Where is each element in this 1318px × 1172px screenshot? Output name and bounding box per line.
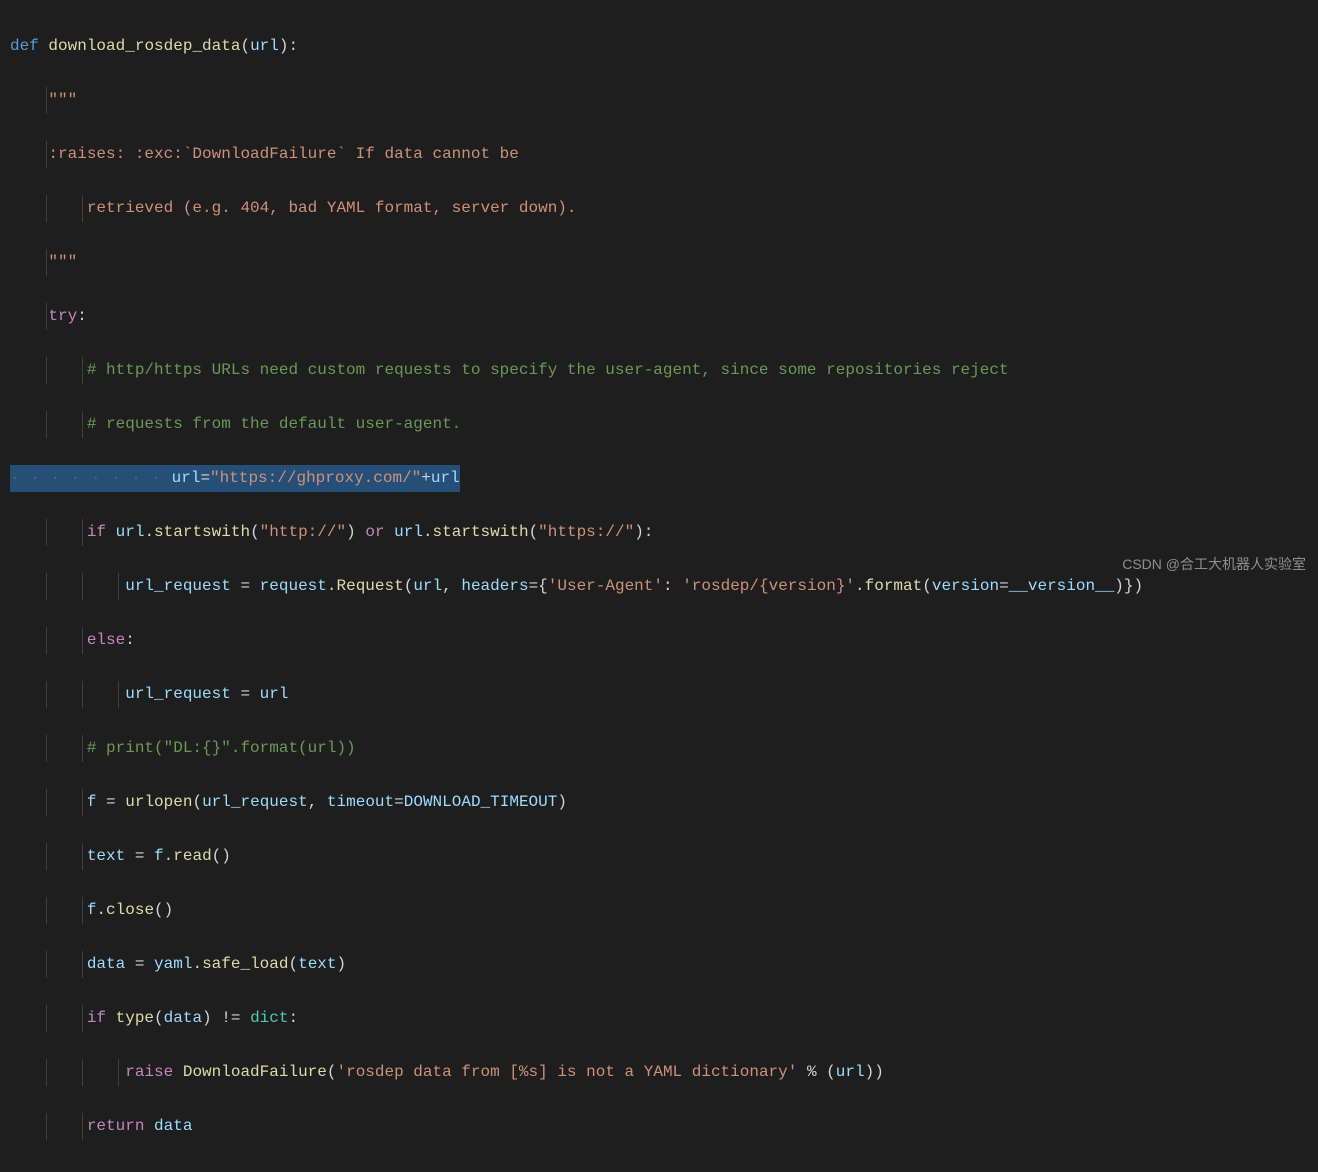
code-line: url_request = request.Request(url, heade… (0, 573, 1318, 600)
watermark: CSDN @合工大机器人实验室 (1122, 551, 1306, 578)
code-line-highlighted: · · · · · · · · url="https://ghproxy.com… (0, 465, 1318, 492)
code-line: # http/https URLs need custom requests t… (0, 357, 1318, 384)
docstring-text: :raises: :exc:`DownloadFailure` If data … (48, 145, 518, 163)
code-line: """ (0, 249, 1318, 276)
variable: url (172, 469, 201, 487)
parameter: url (250, 37, 279, 55)
code-line: data = yaml.safe_load(text) (0, 951, 1318, 978)
keyword-if: if (87, 523, 106, 541)
comment: # http/https URLs need custom requests t… (87, 361, 1009, 379)
code-line: # print("DL:{}".format(url)) (0, 735, 1318, 762)
keyword-try: try (48, 307, 77, 325)
code-line: url_request = url (0, 681, 1318, 708)
code-line: f = urlopen(url_request, timeout=DOWNLOA… (0, 789, 1318, 816)
docstring-text: retrieved (e.g. 404, bad YAML format, se… (48, 199, 576, 217)
comment: # print("DL:{}".format(url)) (87, 739, 356, 757)
code-line: # requests from the default user-agent. (0, 411, 1318, 438)
code-line: text = f.read() (0, 843, 1318, 870)
code-line: """ (0, 87, 1318, 114)
function-name: download_rosdep_data (48, 37, 240, 55)
code-line: f.close() (0, 897, 1318, 924)
code-line: retrieved (e.g. 404, bad YAML format, se… (0, 195, 1318, 222)
code-line: if type(data) != dict: (0, 1005, 1318, 1032)
code-editor[interactable]: def download_rosdep_data(url): """ :rais… (0, 0, 1318, 1172)
docstring-delim: """ (48, 253, 77, 271)
keyword-def: def (10, 37, 39, 55)
variable: url (431, 469, 460, 487)
code-line: return data (0, 1113, 1318, 1140)
code-line: else: (0, 627, 1318, 654)
code-line: :raises: :exc:`DownloadFailure` If data … (0, 141, 1318, 168)
keyword-else: else (87, 631, 125, 649)
docstring-delim: """ (48, 91, 77, 109)
code-line: raise DownloadFailure('rosdep data from … (0, 1059, 1318, 1086)
code-line: def download_rosdep_data(url): (0, 33, 1318, 60)
string-literal: "https://ghproxy.com/" (210, 469, 421, 487)
comment: # requests from the default user-agent. (87, 415, 461, 433)
code-line: try: (0, 303, 1318, 330)
code-line: if url.startswith("http://") or url.star… (0, 519, 1318, 546)
